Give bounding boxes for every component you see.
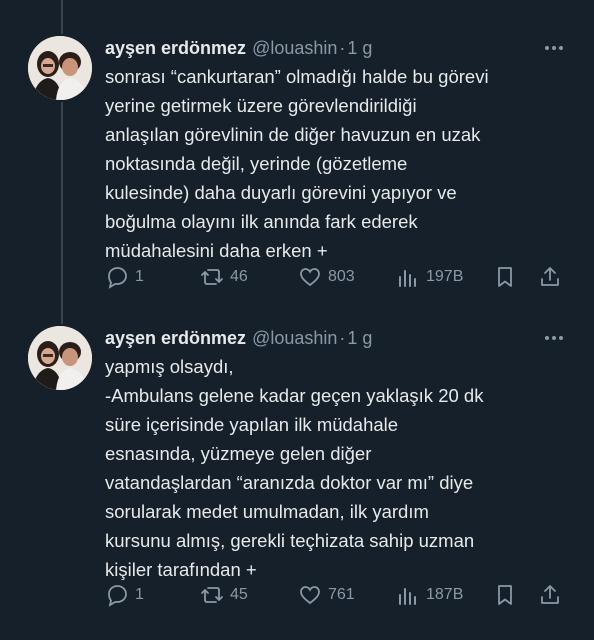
tweet-text-line: kulesinde) daha duyarlı görevini yapıyor… [105, 182, 457, 203]
thread-line-top [61, 0, 63, 34]
author-name[interactable]: ayşen erdönmez [105, 38, 246, 59]
tweet-header: ayşen erdönmez @louashin · 1 g [105, 36, 372, 60]
views-count: 187B [426, 586, 464, 603]
separator-dot: · [339, 37, 346, 58]
timestamp[interactable]: 1 g [347, 38, 372, 59]
reply-icon [108, 267, 127, 289]
views-button[interactable]: 187B [396, 582, 463, 608]
retweet-button[interactable]: 45 [200, 582, 248, 608]
like-count: 761 [328, 586, 355, 603]
tweet-text-line: sonrası “cankurtaran” olmadığı halde bu … [105, 66, 489, 87]
reply-count: 1 [135, 268, 144, 285]
tweet-text-line: yapmış olsaydı, [105, 356, 234, 377]
bookmark-icon [498, 585, 512, 605]
tweet-text-line: müdahalesini daha erken + [105, 240, 328, 261]
heart-icon [300, 586, 320, 605]
tweet-actions: 1 46 803 197B [0, 264, 594, 290]
bookmark-button[interactable] [493, 582, 523, 608]
avatar-photo [28, 326, 92, 390]
reply-button[interactable]: 1 [105, 264, 144, 290]
separator-dot: · [339, 327, 346, 348]
retweet-icon [201, 269, 223, 285]
bookmark-icon [498, 267, 512, 287]
retweet-count: 45 [230, 586, 248, 603]
tweet-text-line: süre içerisinde yapılan ilk müdahale [105, 414, 399, 435]
author-handle[interactable]: @louashin [252, 38, 337, 59]
like-button[interactable]: 761 [298, 582, 355, 608]
tweet-text: sonrası “cankurtaran” olmadığı halde bu … [105, 62, 575, 265]
share-button[interactable] [538, 582, 568, 608]
tweet[interactable]: ayşen erdönmez @louashin · 1 g yapmış ol… [0, 326, 594, 616]
retweet-icon [201, 587, 223, 603]
retweet-count: 46 [230, 268, 248, 285]
tweet-text-line: kursunu almış, gerekli teçhizata sahip u… [105, 530, 475, 551]
retweet-button[interactable]: 46 [200, 264, 248, 290]
author-name[interactable]: ayşen erdönmez [105, 328, 246, 349]
reply-button[interactable]: 1 [105, 582, 144, 608]
views-icon [399, 270, 416, 287]
tweet-text-line: kişiler tarafından + [105, 559, 257, 580]
tweet[interactable]: ayşen erdönmez @louashin · 1 g sonrası “… [0, 36, 594, 296]
tweet-text-line: esnasında, yüzmeye gelen diğer [105, 443, 372, 464]
avatar-photo [28, 36, 92, 100]
tweet-text: yapmış olsaydı, -Ambulans gelene kadar g… [105, 352, 575, 584]
reply-count: 1 [135, 586, 144, 603]
views-button[interactable]: 197B [396, 264, 463, 290]
share-icon [541, 267, 559, 286]
like-button[interactable]: 803 [298, 264, 355, 290]
avatar[interactable] [28, 36, 92, 100]
timestamp[interactable]: 1 g [347, 328, 372, 349]
tweet-text-line: vatandaşlardan “aranızda doktor var mı” … [105, 472, 474, 493]
bookmark-button[interactable] [493, 264, 523, 290]
tweet-text-line: anlaşılan görevlinin de diğer havuzun en… [105, 124, 481, 145]
like-count: 803 [328, 268, 355, 285]
share-button[interactable] [538, 264, 568, 290]
more-icon[interactable] [542, 328, 566, 348]
tweet-text-line: yerine getirmek üzere görevlendirildiği [105, 95, 417, 116]
views-count: 197B [426, 268, 464, 285]
share-icon [541, 585, 559, 604]
heart-icon [300, 268, 320, 287]
avatar[interactable] [28, 326, 92, 390]
tweet-header: ayşen erdönmez @louashin · 1 g [105, 326, 372, 350]
tweet-text-line: boğulma olayını ilk anında fark ederek [105, 211, 418, 232]
tweet-text-line: sorularak medet umulmadan, ilk yardım [105, 501, 429, 522]
tweet-actions: 1 45 761 187B [0, 582, 594, 608]
reply-icon [108, 585, 127, 607]
author-handle[interactable]: @louashin [252, 328, 337, 349]
tweet-text-line: noktasında değil, yerinde (gözetleme [105, 153, 408, 174]
views-icon [399, 588, 416, 605]
tweet-text-line: -Ambulans gelene kadar geçen yaklaşık 20… [105, 385, 484, 406]
more-icon[interactable] [542, 38, 566, 58]
